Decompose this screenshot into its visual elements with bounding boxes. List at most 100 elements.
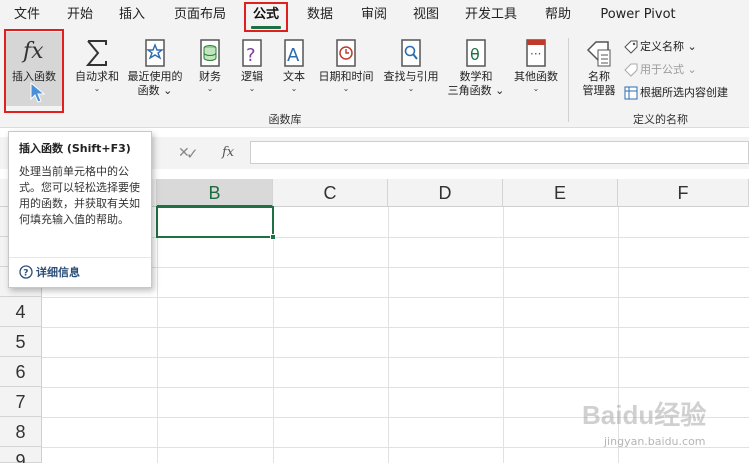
grid-line: [42, 357, 749, 358]
tab-insert[interactable]: 插入: [110, 0, 154, 32]
enter-icon[interactable]: ✓: [186, 145, 199, 163]
create-from-selection-icon: [624, 86, 638, 100]
name-manager-label-2: 管理器: [582, 84, 616, 97]
grid-line: [503, 207, 504, 463]
ribbon: fx 插入函数 自动求和 ⌄ 最近使用的 函数 ⌄ 财务 ⌄ ? 逻辑 ⌄ A …: [0, 32, 749, 128]
grid-line: [388, 207, 389, 463]
column-header-f[interactable]: F: [618, 179, 749, 207]
chevron-down-icon: ⌄: [532, 84, 540, 93]
star-book-icon: [138, 36, 172, 70]
chevron-down-icon: ⌄: [248, 84, 256, 93]
tooltip-description: 处理当前单元格中的公式。您可以轻松选择要使用的函数，并获取有关如何填充输入值的帮…: [19, 165, 140, 226]
tooltip-more-info-label: 详细信息: [36, 266, 80, 279]
tab-formulas[interactable]: 公式: [246, 0, 286, 32]
datetime-button[interactable]: 日期和时间 ⌄: [314, 36, 378, 106]
ribbon-tab-bar: 文件 开始 插入 页面布局 公式 数据 审阅 视图 开发工具 帮助 Power …: [0, 0, 749, 32]
mouse-cursor-icon: [30, 82, 46, 103]
tab-formulas-label: 公式: [252, 7, 279, 22]
baidu-watermark: Baidu经验 jingyan.baidu.com: [582, 395, 742, 457]
dots-book-icon: ···: [519, 36, 553, 70]
recently-used-label-2: 函数 ⌄: [137, 84, 173, 97]
use-in-formula-icon: [624, 63, 638, 77]
insert-function-fx-icon[interactable]: fx: [222, 145, 234, 160]
tab-review[interactable]: 审阅: [352, 0, 396, 32]
group-separator: [568, 38, 569, 122]
grid-line: [42, 297, 749, 298]
recently-used-label-1: 最近使用的: [127, 70, 183, 83]
group-label-function-library: 函数库: [268, 113, 302, 126]
tab-view[interactable]: 视图: [404, 0, 448, 32]
sigma-icon: [80, 36, 114, 70]
grid-line: [157, 207, 158, 463]
tab-home[interactable]: 开始: [58, 0, 102, 32]
financial-label: 财务: [199, 70, 221, 83]
more-functions-label: 其他函数: [514, 70, 558, 83]
svg-text:A: A: [287, 45, 300, 66]
lookup-button[interactable]: 查找与引用 ⌄: [380, 36, 442, 106]
group-label-defined-names: 定义的名称: [633, 113, 688, 126]
chevron-down-icon: ⌄: [687, 63, 697, 76]
tab-file[interactable]: 文件: [6, 0, 48, 32]
watermark-logo-text: Baidu经验: [582, 400, 707, 430]
chevron-down-icon: ⌄: [407, 84, 415, 93]
svg-text:?: ?: [23, 269, 28, 279]
text-button[interactable]: A 文本 ⌄: [276, 36, 312, 106]
tab-developer[interactable]: 开发工具: [458, 0, 524, 32]
logical-button[interactable]: ? 逻辑 ⌄: [234, 36, 270, 106]
theta-book-icon: θ: [459, 36, 493, 70]
row-header-4[interactable]: 4: [0, 297, 42, 327]
chevron-down-icon: ⌄: [206, 84, 214, 93]
tab-page-layout[interactable]: 页面布局: [168, 0, 232, 32]
datetime-label: 日期和时间: [318, 70, 374, 83]
financial-button[interactable]: 财务 ⌄: [190, 36, 230, 106]
svg-text:···: ···: [530, 47, 541, 61]
svg-text:θ: θ: [470, 45, 480, 64]
autosum-label: 自动求和: [75, 70, 119, 83]
fill-handle[interactable]: [270, 234, 276, 240]
watermark-url: jingyan.baidu.com: [604, 435, 706, 448]
tooltip-title: 插入函数 (Shift+F3): [19, 142, 131, 155]
tab-data[interactable]: 数据: [298, 0, 342, 32]
define-name-label: 定义名称: [640, 40, 684, 53]
name-manager-label-1: 名称: [588, 70, 610, 83]
row-header-9[interactable]: 9: [0, 447, 42, 463]
create-from-selection-button[interactable]: 根据所选内容创建: [624, 84, 728, 102]
logical-label: 逻辑: [241, 70, 263, 83]
use-in-formula-button[interactable]: 用于公式 ⌄: [624, 61, 697, 79]
chevron-down-icon: ⌄: [342, 84, 350, 93]
question-book-icon: ?: [235, 36, 269, 70]
magnifier-book-icon: [394, 36, 428, 70]
math-trig-button[interactable]: θ 数学和 三角函数 ⌄: [446, 36, 506, 106]
formula-input[interactable]: [250, 141, 749, 164]
more-functions-button[interactable]: ··· 其他函数 ⌄: [508, 36, 564, 106]
grid-line: [42, 327, 749, 328]
tab-power-pivot[interactable]: Power Pivot: [594, 0, 682, 32]
row-header-7[interactable]: 7: [0, 387, 42, 417]
svg-text:?: ?: [246, 45, 256, 66]
math-trig-label-2: 三角函数 ⌄: [447, 84, 505, 97]
row-header-6[interactable]: 6: [0, 357, 42, 387]
math-trig-label-1: 数学和: [459, 70, 493, 83]
coins-icon: [193, 36, 227, 70]
create-from-selection-label: 根据所选内容创建: [640, 86, 728, 99]
tag-list-icon: [582, 36, 616, 70]
chevron-down-icon: ⌄: [687, 40, 697, 53]
chevron-down-icon: ⌄: [290, 84, 298, 93]
autosum-button[interactable]: 自动求和 ⌄: [70, 36, 124, 106]
active-cell-b1[interactable]: [156, 206, 274, 238]
clock-book-icon: [329, 36, 363, 70]
tooltip-more-info-link[interactable]: ? 详细信息: [19, 264, 80, 280]
column-header-b[interactable]: B: [157, 179, 273, 207]
define-name-button[interactable]: 定义名称 ⌄: [624, 38, 697, 56]
name-manager-button[interactable]: 名称 管理器: [576, 36, 622, 106]
tab-help[interactable]: 帮助: [536, 0, 580, 32]
column-header-d[interactable]: D: [388, 179, 503, 207]
row-header-8[interactable]: 8: [0, 417, 42, 447]
recently-used-button[interactable]: 最近使用的 函数 ⌄: [126, 36, 184, 106]
active-tab-indicator: [251, 26, 281, 29]
text-book-icon: A: [277, 36, 311, 70]
row-header-5[interactable]: 5: [0, 327, 42, 357]
column-header-c[interactable]: C: [273, 179, 388, 207]
column-header-e[interactable]: E: [503, 179, 618, 207]
tag-icon: [624, 40, 638, 54]
